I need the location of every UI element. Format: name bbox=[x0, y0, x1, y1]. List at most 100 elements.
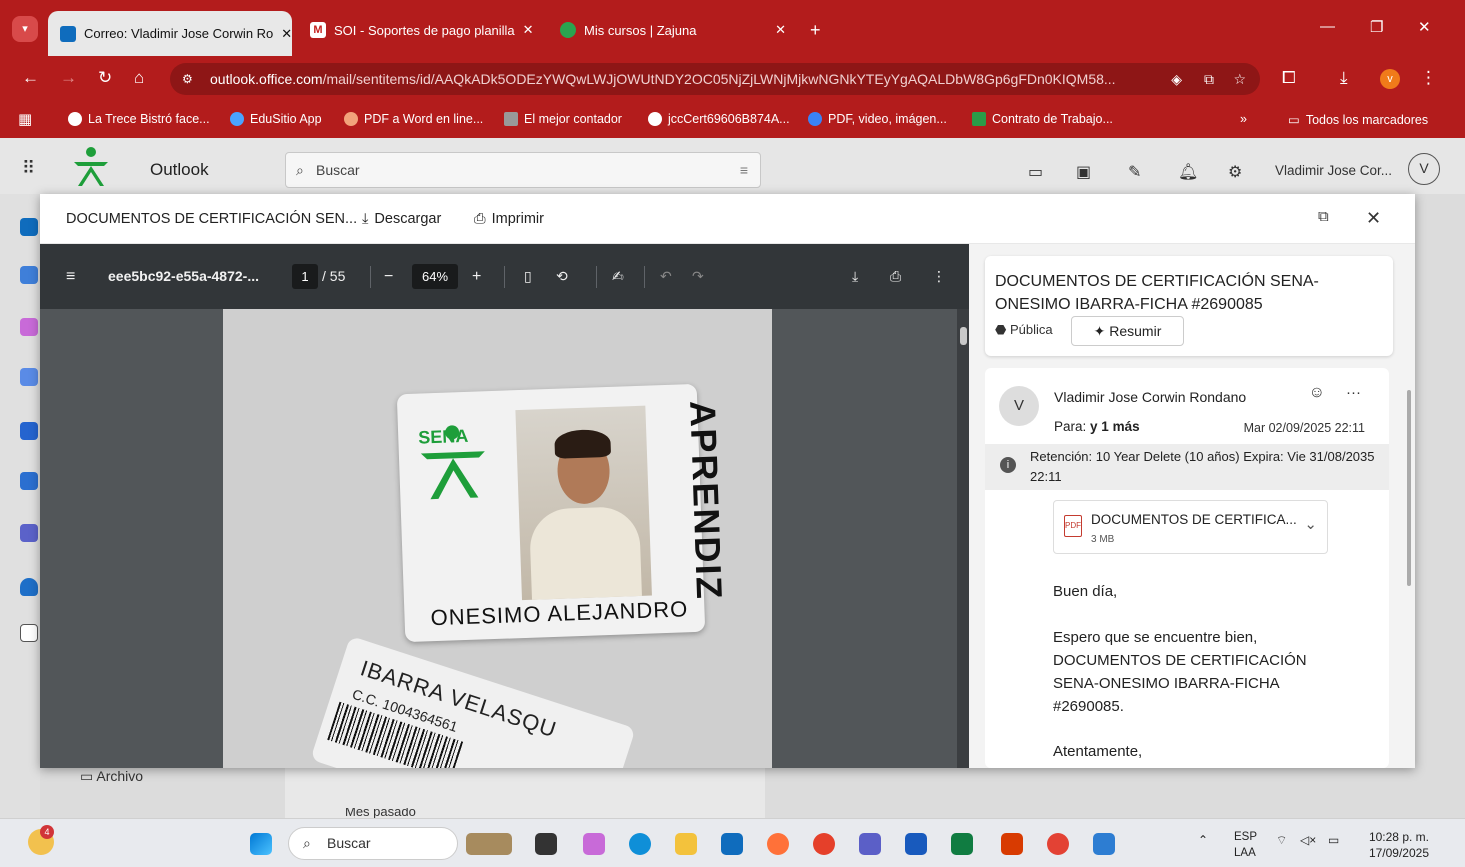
pdf-print-icon[interactable]: ⎙ bbox=[890, 268, 901, 285]
close-icon[interactable]: ✕ bbox=[1366, 208, 1381, 229]
word-icon[interactable] bbox=[905, 833, 927, 855]
download-icon[interactable]: ⤓ bbox=[1340, 68, 1348, 88]
onedrive-icon[interactable] bbox=[20, 578, 38, 596]
back-icon[interactable]: ← bbox=[22, 68, 39, 88]
share-icon[interactable]: ⧉ bbox=[1204, 63, 1214, 95]
filter-icon[interactable]: ≡ bbox=[740, 153, 748, 187]
close-tab-icon[interactable]: ✕ bbox=[523, 22, 534, 38]
windows-start-icon[interactable] bbox=[250, 833, 272, 855]
teams-icon[interactable] bbox=[859, 833, 881, 855]
zoom-in-button[interactable]: + bbox=[472, 268, 481, 286]
browser-menu-icon[interactable]: ⋮ bbox=[1420, 68, 1437, 88]
download-button[interactable]: ⤓ Descargar bbox=[362, 211, 441, 227]
bookmark-item[interactable]: PDF, video, imágen... bbox=[808, 112, 947, 126]
zoom-out-button[interactable]: − bbox=[384, 268, 393, 286]
close-window-icon[interactable]: ✕ bbox=[1418, 18, 1431, 36]
scroll-thumb[interactable] bbox=[1407, 390, 1411, 586]
system-clock[interactable]: 10:28 p. m. 17/09/2025 bbox=[1365, 829, 1429, 861]
bookmark-item[interactable]: Contrato de Trabajo... bbox=[972, 112, 1113, 126]
todo-icon[interactable] bbox=[20, 422, 38, 440]
install-app-icon[interactable]: ◈ bbox=[1171, 63, 1182, 95]
bookmark-item[interactable]: PDF a Word en line... bbox=[344, 112, 483, 126]
bookmarks-overflow-button[interactable]: » bbox=[1240, 112, 1247, 126]
task-view-icon[interactable] bbox=[535, 833, 557, 855]
bookmark-item[interactable]: jccCert69606B874A... bbox=[648, 112, 790, 126]
onenote-icon[interactable]: ▣ bbox=[1076, 162, 1091, 182]
bookmark-item[interactable]: El mejor contador bbox=[504, 112, 622, 126]
zoom-level-input[interactable]: 64% bbox=[412, 264, 458, 289]
minimize-icon[interactable]: — bbox=[1320, 18, 1335, 35]
open-new-window-icon[interactable]: ⧉ bbox=[1318, 208, 1329, 225]
battery-icon[interactable]: ▭ bbox=[1328, 833, 1339, 847]
bookings-icon[interactable] bbox=[20, 472, 38, 490]
recipients[interactable]: Para: y 1 más bbox=[1054, 419, 1140, 434]
profile-avatar[interactable]: v bbox=[1380, 69, 1400, 89]
site-info-icon[interactable]: ⚙ bbox=[182, 63, 193, 95]
tab-search-button[interactable]: ▾ bbox=[12, 16, 38, 42]
folder-archivo[interactable]: ▭ Archivo bbox=[80, 768, 143, 785]
tab-outlook[interactable]: Correo: Vladimir Jose Corwin Ro ✕ bbox=[48, 11, 292, 56]
undo-icon[interactable]: ↶ bbox=[660, 268, 672, 285]
input-language[interactable]: ESP LAA bbox=[1234, 829, 1257, 861]
firefox-icon[interactable] bbox=[767, 833, 789, 855]
page-number-input[interactable]: 1 bbox=[292, 264, 318, 289]
forward-icon[interactable]: → bbox=[60, 68, 77, 88]
tray-chevron-icon[interactable]: ⌃ bbox=[1198, 833, 1208, 847]
app-launcher-icon[interactable]: ⠿ bbox=[22, 158, 35, 179]
chrome-profile-icon[interactable] bbox=[1047, 833, 1069, 855]
chrome-icon[interactable] bbox=[813, 833, 835, 855]
scroll-thumb[interactable] bbox=[960, 327, 967, 345]
extensions-icon[interactable]: ⧠ bbox=[1282, 68, 1296, 88]
photos-icon[interactable] bbox=[1093, 833, 1115, 855]
restore-icon[interactable]: ❐ bbox=[1370, 18, 1383, 36]
fit-page-icon[interactable]: ▯ bbox=[524, 268, 532, 285]
tab-gmail[interactable]: M SOI - Soportes de pago planilla ✕ bbox=[298, 9, 542, 51]
sender-name[interactable]: Vladimir Jose Corwin Rondano bbox=[1054, 389, 1246, 405]
attachment-card[interactable]: PDF DOCUMENTOS DE CERTIFICA... 3 MB ⌄ bbox=[1053, 500, 1328, 554]
print-button[interactable]: ⎙ Imprimir bbox=[474, 211, 544, 227]
bookmark-item[interactable]: EduSitio App bbox=[230, 112, 322, 126]
pdf-scrollbar[interactable] bbox=[957, 309, 969, 768]
tab-zajuna[interactable]: Mis cursos | Zajuna ✕ bbox=[548, 9, 798, 51]
new-tab-button[interactable]: + bbox=[810, 20, 821, 41]
email-scrollbar[interactable] bbox=[1405, 368, 1413, 768]
user-name[interactable]: Vladimir Jose Cor... bbox=[1275, 163, 1392, 178]
meet-now-icon[interactable]: ▭ bbox=[1028, 162, 1043, 182]
my-day-icon[interactable]: ✎ bbox=[1128, 162, 1141, 182]
notifications-icon[interactable]: 🔔︎ bbox=[1178, 162, 1198, 182]
mail-icon[interactable] bbox=[20, 218, 38, 236]
edge-icon[interactable] bbox=[629, 833, 651, 855]
outlook-taskbar-icon[interactable] bbox=[721, 833, 743, 855]
search-input[interactable]: ⌕ Buscar ≡ bbox=[285, 152, 761, 188]
pdf-more-icon[interactable]: ⋮ bbox=[932, 268, 946, 285]
home-icon[interactable]: ⌂ bbox=[134, 68, 144, 88]
org-explorer-icon[interactable] bbox=[20, 524, 38, 542]
user-avatar[interactable]: V bbox=[1408, 153, 1440, 185]
redo-icon[interactable]: ↷ bbox=[692, 268, 704, 285]
all-bookmarks-button[interactable]: ▭ Todos los marcadores bbox=[1288, 112, 1428, 128]
reload-icon[interactable]: ↻ bbox=[98, 68, 112, 88]
close-tab-icon[interactable]: ✕ bbox=[775, 22, 786, 38]
react-icon[interactable]: ☺ bbox=[1309, 384, 1325, 402]
rotate-icon[interactable]: ⟲ bbox=[556, 268, 568, 285]
close-tab-icon[interactable]: ✕ bbox=[281, 26, 292, 42]
taskbar-search[interactable]: ⌕ Buscar bbox=[288, 827, 458, 860]
volume-icon[interactable]: ◁× bbox=[1300, 833, 1316, 847]
excel-icon[interactable] bbox=[951, 833, 973, 855]
copilot-taskbar-icon[interactable] bbox=[583, 833, 605, 855]
annotate-icon[interactable]: ✍ bbox=[612, 268, 624, 285]
calendar-icon[interactable] bbox=[20, 266, 38, 284]
file-explorer-icon[interactable] bbox=[675, 833, 697, 855]
more-actions-icon[interactable]: ··· bbox=[1346, 384, 1361, 401]
acrobat-icon[interactable] bbox=[1001, 833, 1023, 855]
sender-avatar[interactable]: V bbox=[999, 386, 1039, 426]
settings-gear-icon[interactable]: ⚙ bbox=[1228, 162, 1242, 182]
people-icon[interactable] bbox=[20, 368, 38, 386]
summarize-button[interactable]: ✦ Resumir bbox=[1071, 316, 1184, 346]
bookmark-item[interactable]: La Trece Bistró face... bbox=[68, 112, 210, 126]
more-apps-icon[interactable] bbox=[20, 624, 38, 642]
copilot-icon[interactable] bbox=[20, 318, 38, 336]
pdf-download-icon[interactable]: ⤓ bbox=[852, 268, 858, 285]
apps-grid-icon[interactable]: ▦ bbox=[18, 110, 32, 128]
chevron-down-icon[interactable]: ⌄ bbox=[1304, 515, 1317, 533]
